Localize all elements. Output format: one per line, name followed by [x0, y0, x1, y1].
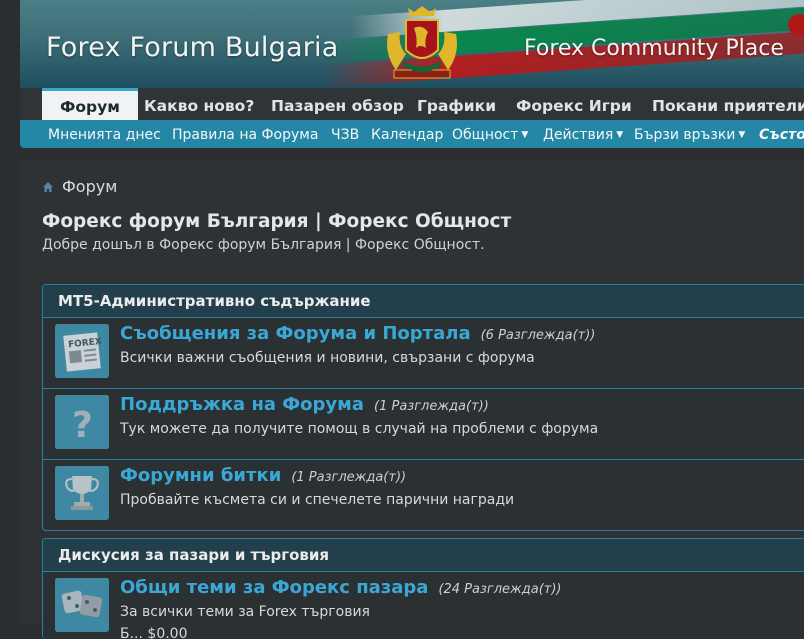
site-slogan: Forex Community Place — [524, 36, 784, 61]
subnav-quick-links-dropdown[interactable]: Бързи връзки ▼ — [634, 120, 745, 148]
svg-text:?: ? — [72, 405, 93, 446]
coat-of-arms-logo — [387, 6, 457, 79]
dice-icon[interactable] — [55, 578, 109, 632]
forum-title[interactable]: Поддръжка на Форума (1 Разглежда(т)) — [120, 394, 489, 415]
forum-row: ? Поддръжка на Форума (1 Разглежда(т)) Ту… — [43, 389, 804, 460]
subnav-forum-rules[interactable]: Правила на Форума — [172, 120, 318, 148]
subnav-label: Календар — [371, 127, 444, 143]
tab-charts[interactable]: Графики — [417, 88, 496, 120]
forum-title-text[interactable]: Общи теми за Форекс пазара — [120, 577, 428, 598]
home-icon[interactable] — [42, 181, 54, 193]
forum-title[interactable]: Общи теми за Форекс пазара (24 Разглежда(… — [120, 577, 562, 598]
trophy-icon[interactable] — [55, 466, 109, 520]
forum-extra-line: Б... $0.00 — [120, 626, 188, 639]
page-description: Добре дошъл в Форекс форум България | Фо… — [42, 237, 485, 253]
tab-market-review[interactable]: Пазарен обзор — [271, 88, 404, 120]
subnav-status[interactable]: Състо — [759, 120, 804, 148]
subnav-label: Правила на Форума — [172, 127, 319, 143]
breadcrumb-label[interactable]: Форум — [62, 177, 117, 196]
main-content: Форум Форекс форум България | Форекс Общ… — [20, 160, 804, 639]
forum-viewers: (24 Разглежда(т)) — [438, 582, 562, 597]
page-title: Форекс форум България | Форекс Общност — [42, 211, 512, 232]
forum-title[interactable]: Форумни битки (1 Разглежда(т)) — [120, 465, 406, 486]
forum-description: За всички теми за Forex търговия — [120, 604, 370, 620]
category-title[interactable]: Дискусия за пазари и търговия — [43, 539, 804, 572]
question-mark-icon[interactable]: ? — [55, 395, 109, 449]
tab-forex-games[interactable]: Форекс Игри — [516, 88, 632, 120]
breadcrumb[interactable]: Форум — [42, 177, 117, 196]
forum-viewers: (1 Разглежда(т)) — [291, 470, 407, 485]
forum-title[interactable]: Съобщения за Форума и Портала (6 Разглежд… — [120, 323, 595, 344]
forex-newspaper-icon[interactable]: FOREX — [55, 324, 109, 378]
sub-navigation: Мненията днес Правила на Форума ЧЗВ Кале… — [20, 120, 804, 148]
category-market-discussion: Дискусия за пазари и търговия Общи теми … — [42, 538, 804, 639]
subnav-label: Бързи връзки — [634, 127, 736, 143]
subnav-calendar[interactable]: Календар — [371, 120, 443, 148]
banner-ornament — [788, 14, 804, 36]
site-banner[interactable]: Forex Forum Bulgaria Forex Community Pla… — [20, 0, 804, 88]
subnav-label: Състо — [759, 127, 804, 143]
forum-row: Общи теми за Форекс пазара (24 Разглежда(… — [43, 572, 804, 639]
forum-description: Всички важни съобщения и новини, свързан… — [120, 350, 535, 366]
forum-title-text[interactable]: Съобщения за Форума и Портала — [120, 323, 471, 344]
caret-down-icon: ▼ — [616, 130, 624, 140]
forum-title-text[interactable]: Поддръжка на Форума — [120, 394, 364, 415]
subnav-label: Мненията днес — [48, 127, 161, 143]
caret-down-icon: ▼ — [521, 130, 529, 140]
caret-down-icon: ▼ — [738, 130, 746, 140]
forum-description: Тук можете да получите помощ в случай на… — [120, 421, 599, 437]
subnav-label: ЧЗВ — [331, 127, 360, 143]
forum-viewers: (1 Разглежда(т)) — [374, 399, 489, 414]
forum-row: FOREX Съобщения за Форума и Портала (6 Ра… — [43, 318, 804, 389]
subnav-community-dropdown[interactable]: Общност ▼ — [452, 120, 528, 148]
tab-whats-new[interactable]: Какво ново? — [144, 88, 254, 120]
forum-title-text[interactable]: Форумни битки — [120, 465, 281, 486]
subnav-faq[interactable]: ЧЗВ — [331, 120, 359, 148]
forum-viewers: (6 Разглежда(т)) — [480, 328, 596, 343]
forum-description: Пробвайте късмета си и спечелете парични… — [120, 492, 515, 508]
category-admin: MT5-Административно съдържание FOREX Съо… — [42, 284, 804, 531]
site-title: Forex Forum Bulgaria — [46, 32, 339, 63]
tab-invite-friends[interactable]: Покани приятели — [652, 88, 804, 120]
tab-forum[interactable]: Форум — [42, 88, 138, 120]
subnav-label: Действия — [543, 127, 614, 143]
forum-row: Форумни битки (1 Разглежда(т)) Пробвайте … — [43, 460, 804, 530]
category-title[interactable]: MT5-Административно съдържание — [43, 285, 804, 318]
main-navigation: Форум Какво ново? Пазарен обзор Графики … — [20, 88, 804, 120]
subnav-label: Общност — [452, 127, 519, 143]
subnav-todays-posts[interactable]: Мненията днес — [48, 120, 161, 148]
subnav-actions-dropdown[interactable]: Действия ▼ — [543, 120, 623, 148]
